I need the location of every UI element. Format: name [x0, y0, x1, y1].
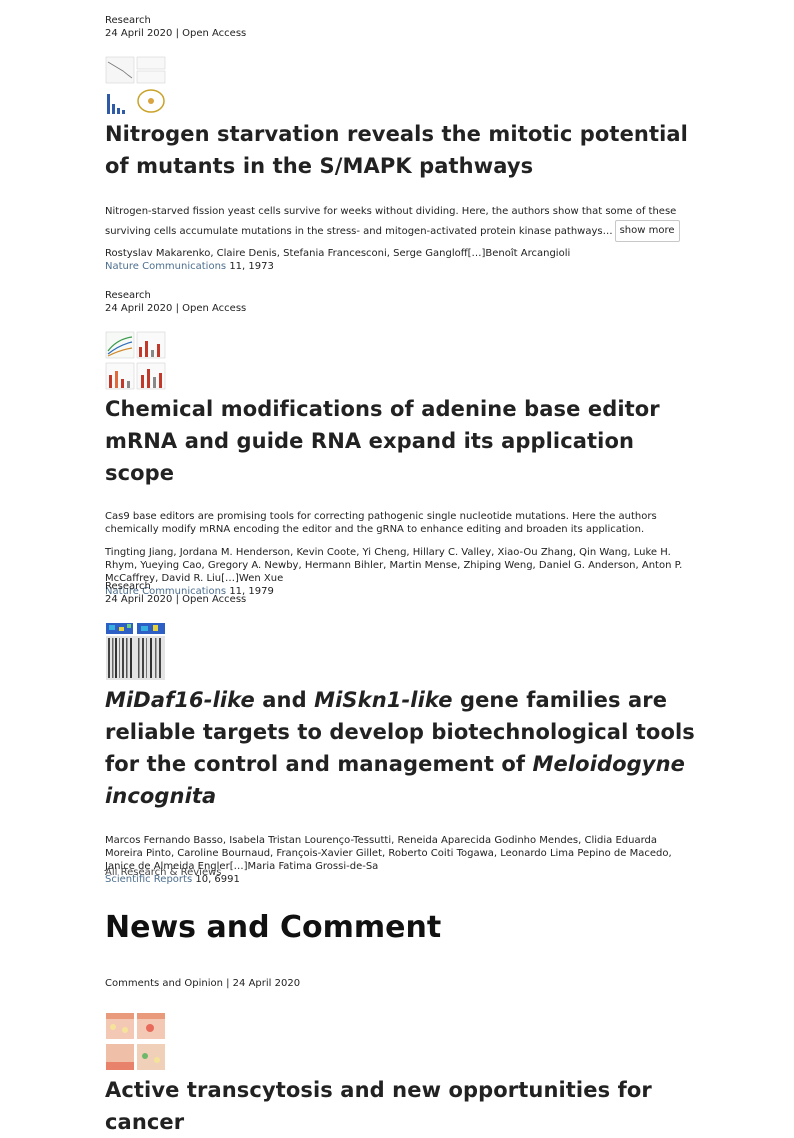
- article-card: Research 24 April 2020 | Open Access Nit…: [105, 14, 695, 273]
- article-summary: Nitrogen-starved fission yeast cells sur…: [105, 203, 695, 242]
- article-type: Research: [105, 290, 151, 301]
- article-date: 24 April 2020 | Open Access: [105, 28, 247, 39]
- article-date: Comments and Opinion | 24 April 2020: [105, 978, 301, 989]
- article-thumbnail[interactable]: [105, 331, 166, 390]
- article-card: Research 24 April 2020 | Open Access MiD…: [105, 580, 695, 886]
- article-thumbnail[interactable]: [105, 56, 166, 115]
- section-heading: News and Comment: [105, 910, 442, 945]
- title-italic-1: MiDaf16-like: [105, 688, 255, 712]
- article-title[interactable]: Nitrogen starvation reveals the mitotic …: [105, 118, 695, 182]
- show-more-button[interactable]: show more: [614, 220, 680, 242]
- article-summary-text: Nitrogen-starved fission yeast cells sur…: [105, 206, 677, 237]
- article-summary: Cas9 base editors are promising tools fo…: [105, 511, 657, 535]
- article-title[interactable]: MiDaf16-like and MiSkn1-like gene famili…: [105, 684, 695, 812]
- article-card: Research 24 April 2020 | Open Access Che…: [105, 289, 695, 598]
- article-thumbnail[interactable]: [105, 622, 166, 681]
- article-type: Research: [105, 581, 151, 592]
- article-authors: Rostyslav Makarenko, Claire Denis, Stefa…: [105, 248, 571, 259]
- article-date: 24 April 2020 | Open Access: [105, 303, 247, 314]
- journal-citation: 11, 1973: [229, 261, 274, 272]
- article-journal: Nature Communications 11, 1973: [105, 260, 695, 273]
- title-italic-2: MiSkn1-like: [314, 688, 453, 712]
- page: Research 24 April 2020 | Open Access Nit…: [0, 0, 794, 1134]
- article-date: 24 April 2020 | Open Access: [105, 594, 247, 605]
- all-research-link[interactable]: All Research & Reviews: [105, 867, 222, 878]
- article-title[interactable]: Active transcytosis and new opportunitie…: [105, 1074, 695, 1138]
- article-title[interactable]: Chemical modifications of adenine base e…: [105, 393, 695, 489]
- journal-link[interactable]: Nature Communications: [105, 261, 226, 272]
- article-thumbnail[interactable]: [105, 1012, 166, 1071]
- news-article-card: Comments and Opinion | 24 April 2020 Act…: [105, 977, 695, 1138]
- article-type: Research: [105, 15, 151, 26]
- title-text-1: and: [254, 688, 315, 712]
